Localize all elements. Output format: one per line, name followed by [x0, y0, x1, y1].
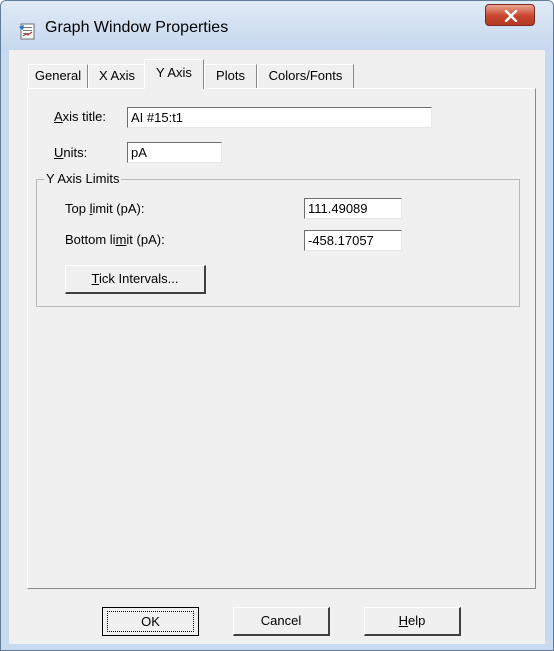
- tick-intervals-button[interactable]: Tick Intervals...: [65, 265, 206, 294]
- close-icon: [504, 10, 518, 22]
- tab-y-axis[interactable]: Y Axis: [144, 59, 204, 89]
- y-axis-tab-page: Axis title: AI #15:t1 Units: pA Y Axis L…: [27, 88, 536, 589]
- ok-button[interactable]: OK: [102, 607, 199, 636]
- title-bar[interactable]: Graph Window Properties: [1, 1, 553, 51]
- y-axis-limits-group: Y Axis Limits Top limit (pA): 111.49089 …: [36, 171, 520, 307]
- ok-button-label: OK: [107, 611, 194, 632]
- cancel-button[interactable]: Cancel: [233, 607, 330, 636]
- tab-plots[interactable]: Plots: [204, 64, 257, 88]
- close-button[interactable]: [485, 4, 535, 26]
- top-limit-field[interactable]: 111.49089: [304, 198, 402, 219]
- tab-general[interactable]: General: [28, 64, 88, 88]
- bottom-limit-field[interactable]: -458.17057: [304, 230, 402, 251]
- bottom-limit-label: Bottom limit (pA):: [65, 232, 165, 247]
- dialog-window: Graph Window Properties General X Axis Y…: [0, 0, 554, 651]
- tab-colors-fonts[interactable]: Colors/Fonts: [257, 64, 354, 88]
- axis-title-field[interactable]: AI #15:t1: [127, 107, 432, 128]
- help-button[interactable]: Help: [364, 607, 461, 636]
- units-field[interactable]: pA: [127, 142, 222, 163]
- top-limit-label: Top limit (pA):: [65, 201, 145, 216]
- window-title: Graph Window Properties: [45, 19, 229, 36]
- tab-x-axis[interactable]: X Axis: [88, 64, 146, 88]
- graph-properties-icon: [18, 22, 36, 40]
- y-axis-limits-title: Y Axis Limits: [44, 171, 122, 186]
- dialog-client-area: General X Axis Y Axis Plots Colors/Fonts…: [9, 50, 545, 644]
- axis-title-label: Axis title:: [54, 109, 107, 124]
- units-label: Units:: [54, 145, 88, 160]
